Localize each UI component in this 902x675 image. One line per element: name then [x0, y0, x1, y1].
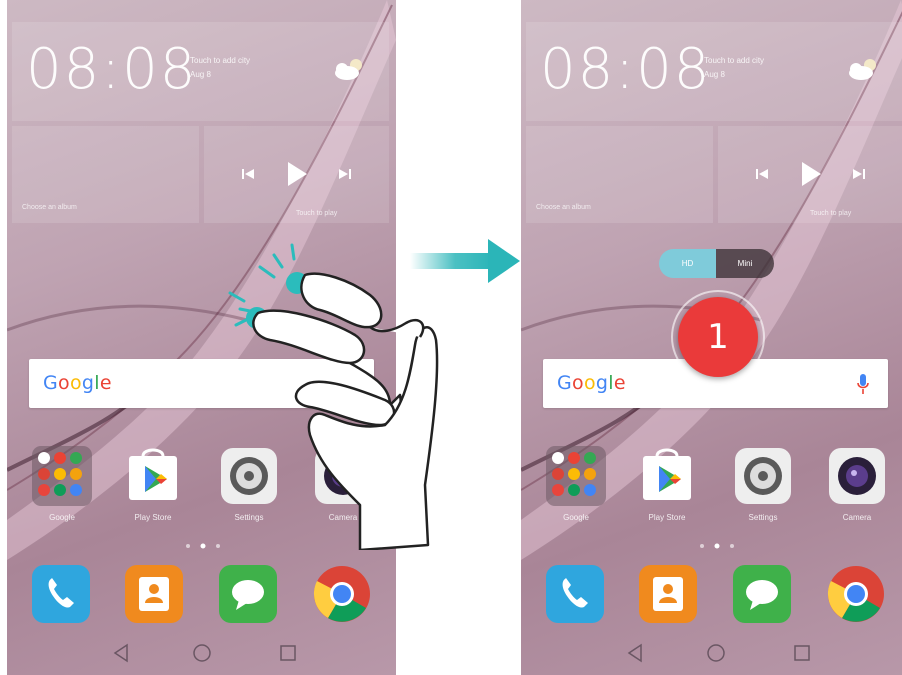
messages-glyph [746, 580, 778, 610]
hd-mode-option[interactable]: HD [659, 249, 716, 278]
screen-mode-toggle[interactable]: HD Mini [659, 249, 774, 278]
step-number-badge: 1 [678, 297, 758, 377]
play-store-icon[interactable]: Play Store [123, 446, 183, 522]
phone-icon[interactable] [546, 565, 604, 623]
logo-letter: o [58, 372, 70, 394]
clock-widget[interactable]: 08:08 Touch to add city Aug 8 [526, 22, 902, 121]
settings-icon[interactable]: Settings [733, 446, 793, 522]
contacts-icon[interactable] [125, 565, 183, 623]
app-label: Play Store [134, 513, 172, 522]
home-circle-icon[interactable] [705, 642, 727, 664]
app-label: Camera [842, 513, 872, 522]
app-label: Play Store [648, 513, 686, 522]
clock-date: Aug 8 [190, 70, 211, 79]
phone-glyph [48, 578, 74, 608]
next-track-icon[interactable] [852, 167, 866, 181]
play-icon[interactable] [286, 161, 308, 187]
messages-glyph [232, 580, 264, 610]
cloud-sun-icon [335, 59, 362, 80]
contacts-glyph [139, 577, 169, 611]
knuckle-double-tap-hand-icon [228, 243, 439, 550]
messages-icon[interactable] [733, 565, 791, 623]
phone-glyph [562, 578, 588, 608]
music-widget: Touch to play [718, 126, 902, 223]
recents-square-icon[interactable] [791, 642, 813, 664]
app-label: Settings [748, 513, 778, 522]
camera-glyph [829, 448, 885, 504]
logo-letter: o [583, 372, 596, 394]
google-folder-icon[interactable]: Google [32, 446, 92, 522]
settings-glyph [735, 448, 791, 504]
chrome-icon[interactable] [313, 565, 371, 623]
clock-time: 08:08 [26, 37, 198, 102]
add-city-prompt[interactable]: Touch to add city [190, 56, 250, 65]
logo-letter: g [81, 372, 95, 394]
album-widget[interactable]: Choose an album [526, 126, 713, 223]
chrome-glyph [313, 566, 370, 622]
clock-widget[interactable]: 08:08 Touch to add city Aug 8 [12, 22, 389, 121]
logo-letter: o [572, 372, 584, 394]
add-city-prompt[interactable]: Touch to add city [704, 56, 764, 65]
logo-letter: G [43, 372, 59, 394]
music-widget: Touch to play [204, 126, 389, 223]
app-label: Google [563, 513, 589, 522]
previous-track-icon[interactable] [241, 167, 255, 181]
contacts-glyph [653, 577, 683, 611]
contacts-icon[interactable] [639, 565, 697, 623]
play-icon[interactable] [800, 161, 822, 187]
touch-to-play-label: Touch to play [296, 210, 338, 217]
logo-letter: o [69, 372, 82, 394]
logo-letter: e [99, 372, 112, 394]
home-circle-icon[interactable] [191, 642, 213, 664]
recents-square-icon[interactable] [277, 642, 299, 664]
logo-letter: G [557, 372, 573, 394]
back-triangle-icon[interactable] [625, 642, 647, 664]
google-folder-icon[interactable]: Google [546, 446, 606, 522]
clock-date: Aug 8 [704, 70, 725, 79]
play-store-glyph [643, 448, 691, 500]
album-widget[interactable]: Choose an album [12, 126, 199, 223]
next-track-icon[interactable] [338, 167, 352, 181]
logo-letter: e [613, 372, 626, 394]
google-logo: Google [557, 372, 626, 394]
touch-to-play-label: Touch to play [810, 210, 852, 217]
chrome-glyph [827, 566, 884, 622]
mic-icon[interactable] [856, 373, 870, 395]
app-label: Google [49, 513, 75, 522]
phone-icon[interactable] [32, 565, 90, 623]
page-indicator [700, 543, 734, 549]
play-store-icon[interactable]: Play Store [637, 446, 697, 522]
play-store-glyph [129, 448, 177, 500]
mini-mode-option[interactable]: Mini [716, 249, 774, 278]
choose-album-label: Choose an album [22, 204, 77, 211]
cloud-sun-icon [849, 59, 876, 80]
camera-icon[interactable]: Camera [827, 446, 887, 522]
logo-letter: g [595, 372, 609, 394]
choose-album-label: Choose an album [536, 204, 591, 211]
clock-time: 08:08 [540, 37, 712, 102]
previous-track-icon[interactable] [755, 167, 769, 181]
chrome-icon[interactable] [827, 565, 885, 623]
back-triangle-icon[interactable] [111, 642, 133, 664]
phone-screen-after: 08:08 Touch to add city Aug 8 Choose an … [521, 0, 902, 675]
messages-icon[interactable] [219, 565, 277, 623]
google-logo: Google [43, 372, 112, 394]
